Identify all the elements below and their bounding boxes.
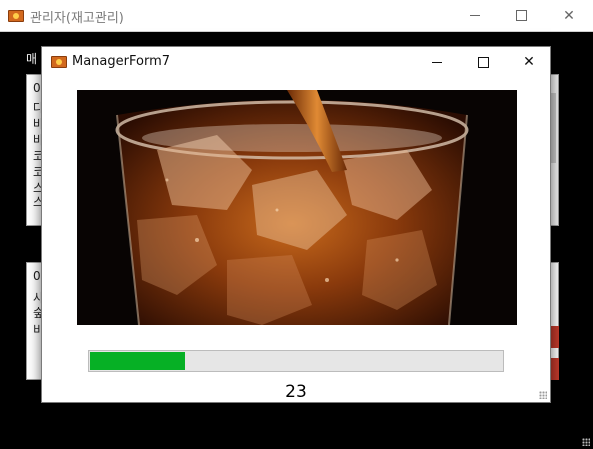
close-button[interactable]: ✕ xyxy=(506,47,552,77)
main-maximize-button[interactable] xyxy=(498,0,544,31)
progress-bar-fill xyxy=(90,352,185,370)
manager-form-title: ManagerForm7 xyxy=(72,54,171,69)
cola-image xyxy=(77,90,517,325)
list-item[interactable]: 0 xyxy=(33,81,41,95)
maximize-icon xyxy=(477,56,489,68)
minimize-button[interactable] xyxy=(414,47,460,77)
close-icon: ✕ xyxy=(563,7,575,24)
size-grip-icon[interactable] xyxy=(582,438,590,446)
manager-form-window: ManagerForm7 ✕ 23 xyxy=(41,46,551,403)
progress-bar xyxy=(88,350,504,372)
maximize-icon xyxy=(515,10,527,21)
minimize-icon xyxy=(432,61,442,63)
list-item[interactable]: 0 xyxy=(33,269,41,283)
minimize-icon xyxy=(470,15,480,16)
main-close-button[interactable]: ✕ xyxy=(546,0,592,31)
manager-form-titlebar[interactable]: ManagerForm7 ✕ xyxy=(42,47,550,77)
main-window-titlebar[interactable]: 관리자(재고관리) ✕ xyxy=(0,0,593,32)
maximize-button[interactable] xyxy=(460,47,506,77)
background-section-label: 매 xyxy=(26,52,38,66)
main-minimize-button[interactable] xyxy=(452,0,498,31)
main-window-title: 관리자(재고관리) xyxy=(30,11,124,26)
size-grip-icon[interactable] xyxy=(539,391,547,399)
progress-value-label: 23 xyxy=(285,382,307,402)
app-icon xyxy=(8,10,24,22)
close-icon: ✕ xyxy=(523,54,535,70)
app-icon xyxy=(51,56,67,68)
cola-illustration xyxy=(77,90,517,325)
